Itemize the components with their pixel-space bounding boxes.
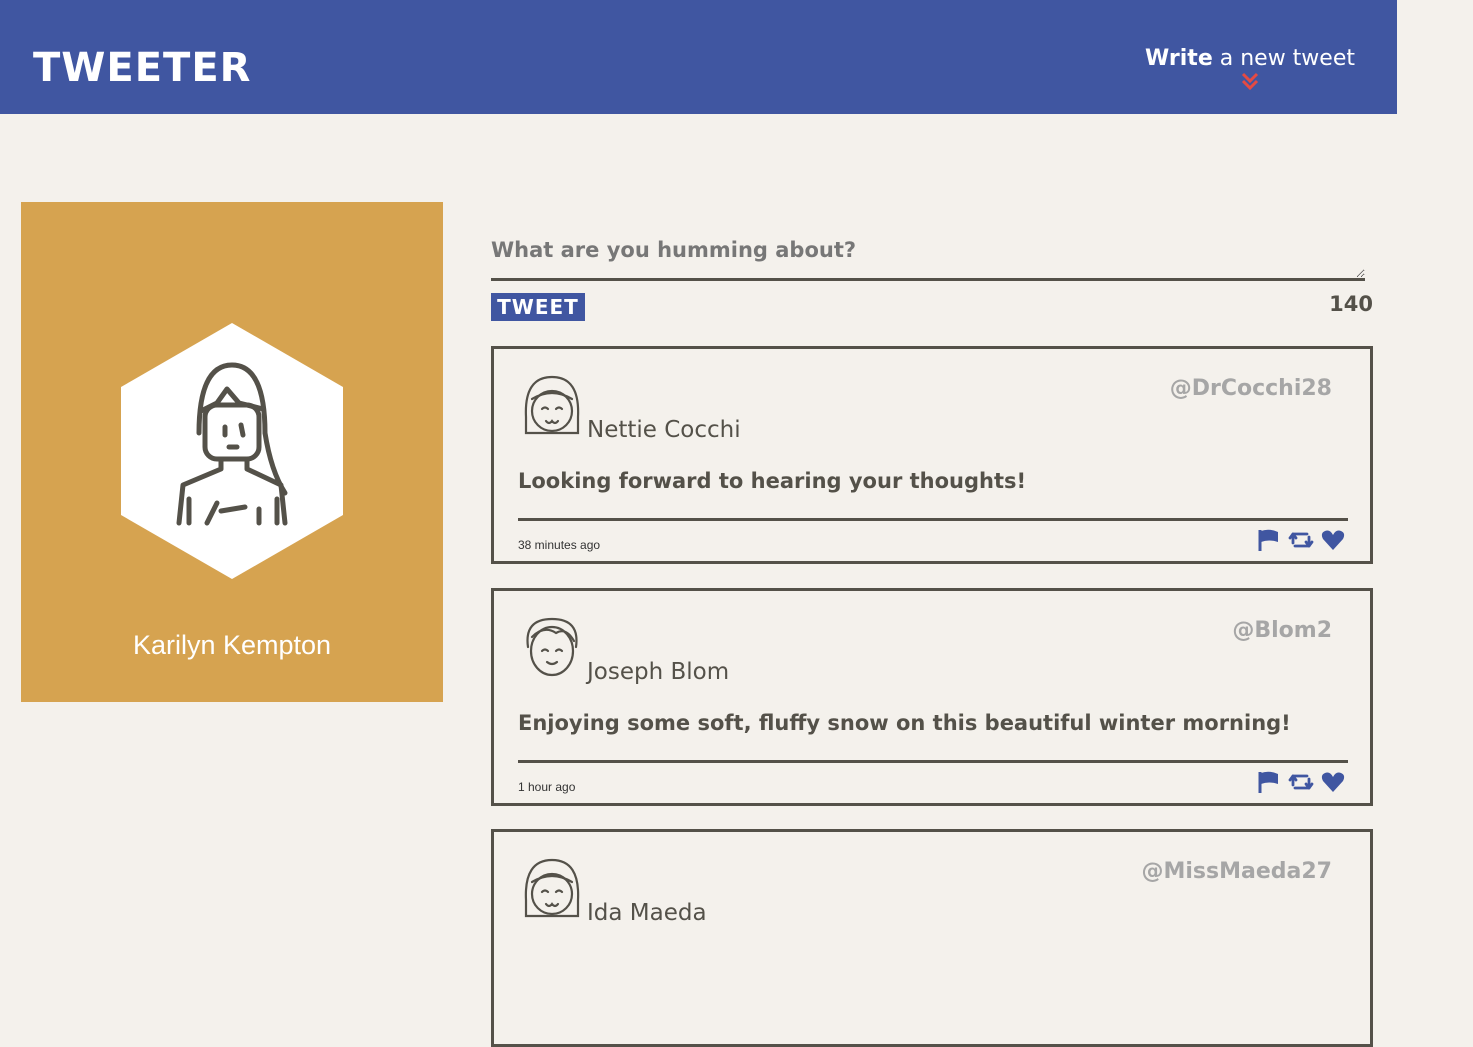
write-tweet-label: Write a new tweet	[1145, 46, 1355, 71]
tweet-button[interactable]: TWEET	[491, 293, 585, 321]
write-tweet-label-bold: Write	[1145, 46, 1213, 71]
tweet-divider	[518, 518, 1348, 521]
profile-last-name: Kempton	[222, 630, 332, 660]
tweet-author-name: Ida Maeda	[587, 900, 707, 926]
tweet-author-handle[interactable]: @DrCocchi28	[1170, 376, 1332, 401]
tweet-avatar-icon	[526, 617, 578, 677]
tweet-content: Looking forward to hearing your thoughts…	[518, 469, 1027, 493]
tweet-divider	[518, 760, 1348, 763]
tweet-timestamp: 38 minutes ago	[518, 538, 601, 552]
tweet-content: Enjoying some soft, fluffy snow on this …	[518, 711, 1291, 735]
tweet-author-name: Nettie Cocchi	[587, 417, 741, 443]
retweet-icon[interactable]	[1288, 527, 1314, 553]
flag-icon[interactable]	[1256, 527, 1282, 553]
tweet-avatar-icon	[524, 858, 580, 918]
profile-name: Karilyn Kempton	[21, 630, 443, 661]
tweet-input[interactable]	[491, 232, 1365, 281]
retweet-icon[interactable]	[1288, 769, 1314, 795]
tweet-actions	[1256, 769, 1346, 795]
profile-card: Karilyn Kempton	[21, 202, 443, 702]
tweet-avatar-icon	[524, 375, 580, 435]
tweet-card: Joseph Blom @Blom2 Enjoying some soft, f…	[491, 588, 1373, 806]
character-counter: 140	[1329, 292, 1373, 316]
heart-icon[interactable]	[1320, 527, 1346, 553]
tweet-actions	[1256, 527, 1346, 553]
tweet-author-handle[interactable]: @MissMaeda27	[1142, 859, 1333, 884]
tweet-author-name: Joseph Blom	[587, 659, 730, 685]
navbar: TWEETER Write a new tweet	[0, 0, 1397, 114]
new-tweet-form: TWEET 140	[491, 232, 1373, 321]
tweet-timestamp: 1 hour ago	[518, 780, 576, 794]
write-tweet-toggle[interactable]: Write a new tweet	[1145, 46, 1355, 91]
app-logo[interactable]: TWEETER	[33, 48, 251, 88]
heart-icon[interactable]	[1320, 769, 1346, 795]
tweet-author-handle[interactable]: @Blom2	[1232, 618, 1332, 643]
profile-first-name: Karilyn	[132, 630, 216, 660]
double-chevron-down-icon[interactable]	[1240, 71, 1260, 91]
tweet-card: Nettie Cocchi @DrCocchi28 Looking forwar…	[491, 346, 1373, 564]
write-tweet-label-rest: a new tweet	[1212, 46, 1355, 71]
flag-icon[interactable]	[1256, 769, 1282, 795]
user-avatar-icon	[121, 323, 343, 579]
tweet-card: Ida Maeda @MissMaeda27	[491, 829, 1373, 1047]
